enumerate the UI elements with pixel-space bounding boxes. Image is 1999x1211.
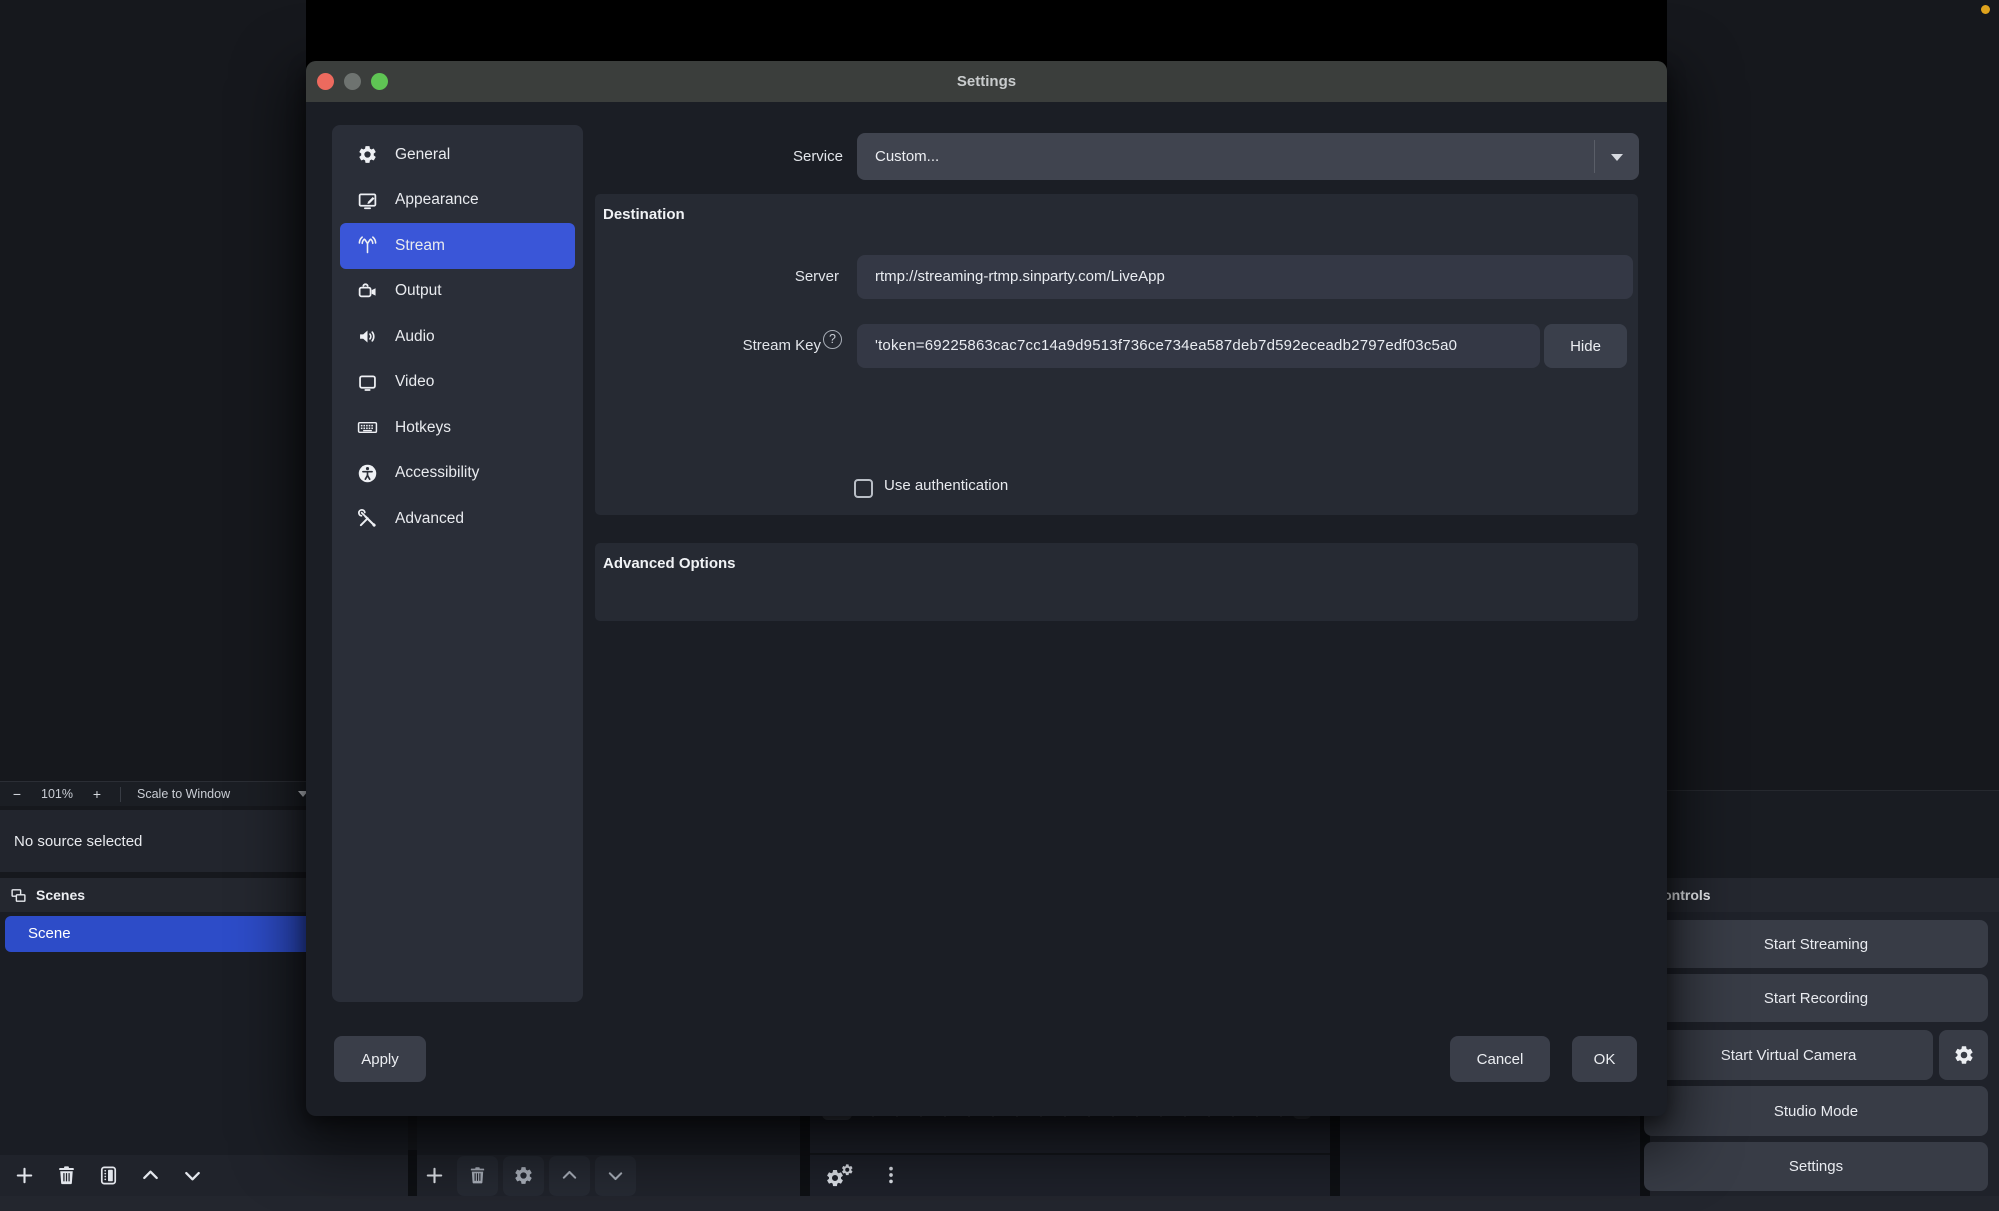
advanced-options-section: Advanced Options (595, 543, 1638, 621)
start-recording-button[interactable]: Start Recording (1644, 974, 1988, 1022)
cancel-button[interactable]: Cancel (1450, 1036, 1550, 1082)
sidebar-item-accessibility[interactable]: Accessibility (340, 451, 575, 497)
sources-toolbar (417, 1155, 800, 1196)
service-selected-value: Custom... (875, 148, 940, 165)
move-source-up-button[interactable] (549, 1155, 590, 1196)
scale-mode-select[interactable]: Scale to Window (127, 787, 298, 801)
keyboard-icon (357, 422, 378, 434)
virtual-camera-settings-button[interactable] (1939, 1030, 1988, 1080)
server-input[interactable]: rtmp://streaming-rtmp.sinparty.com/LiveA… (857, 255, 1633, 299)
destination-heading: Destination (603, 206, 685, 223)
toolbar-divider (120, 786, 121, 802)
controls-panel: Controls Start Streaming Start Recording… (1644, 878, 1999, 1196)
broadcast-icon (358, 236, 377, 254)
settings-dialog: Settings General Appearance Stream Outpu… (306, 61, 1667, 1116)
zoom-in-button[interactable]: + (80, 786, 114, 802)
tools-icon (358, 509, 376, 527)
stream-key-input[interactable]: 'token=69225863cac7cc14a9d9513f736ce734e… (857, 324, 1540, 368)
server-value: rtmp://streaming-rtmp.sinparty.com/LiveA… (875, 268, 1165, 285)
sidebar-item-advanced[interactable]: Advanced (340, 496, 575, 542)
remove-scene-button[interactable] (55, 1164, 78, 1187)
scene-filters-button[interactable] (97, 1164, 120, 1187)
service-select[interactable]: Custom... (857, 133, 1639, 180)
use-authentication-label: Use authentication (884, 477, 1009, 494)
preview-zoom-toolbar: − 101% + Scale to Window (0, 781, 310, 806)
move-source-down-button[interactable] (595, 1155, 636, 1196)
select-divider (1594, 140, 1595, 173)
close-button[interactable] (317, 73, 334, 90)
hide-stream-key-button[interactable]: Hide (1544, 324, 1627, 368)
start-virtual-camera-button[interactable]: Start Virtual Camera (1644, 1030, 1933, 1080)
display-icon (359, 375, 376, 391)
service-label: Service (792, 148, 843, 165)
scenes-heading: Scenes (36, 887, 86, 903)
sidebar-item-label: Video (395, 373, 435, 391)
sidebar-item-appearance[interactable]: Appearance (340, 178, 575, 224)
sidebar-item-hotkeys[interactable]: Hotkeys (340, 405, 575, 451)
ok-button[interactable]: OK (1572, 1036, 1637, 1082)
right-panel-spacer (1667, 791, 1999, 878)
stream-key-value: 'token=69225863cac7cc14a9d9513f736ce734e… (875, 337, 1458, 354)
sidebar-item-label: Advanced (395, 509, 464, 527)
accessibility-icon (358, 464, 377, 482)
window-bottom-strip (0, 1196, 1999, 1211)
panel-divider (408, 1150, 417, 1196)
mixer-divider (810, 1153, 1330, 1155)
scenes-panel-header: Scenes (0, 878, 310, 912)
remove-source-button[interactable] (457, 1155, 498, 1196)
dialog-title: Settings (956, 73, 1017, 90)
sidebar-item-label: Stream (395, 236, 445, 254)
move-scene-up-button[interactable] (139, 1164, 162, 1187)
controls-panel-body: Start Streaming Start Recording Start Vi… (1644, 912, 1999, 1196)
start-streaming-button[interactable]: Start Streaming (1644, 920, 1988, 968)
stream-key-label: Stream Key (742, 337, 821, 354)
mixer-menu-kebab-button[interactable] (880, 1162, 902, 1188)
appearance-icon (358, 193, 377, 209)
move-scene-down-button[interactable] (181, 1164, 204, 1187)
status-indicator-dot (1981, 5, 1990, 14)
gear-icon (515, 1167, 532, 1184)
zoom-window-button[interactable] (371, 73, 388, 90)
server-label: Server (794, 268, 839, 285)
source-properties-panel: No source selected (0, 810, 310, 872)
trash-icon (470, 1166, 485, 1184)
add-source-button[interactable] (423, 1164, 446, 1187)
sidebar-item-label: Accessibility (395, 464, 480, 482)
no-source-selected-label: No source selected (14, 832, 143, 850)
chevron-down-icon (1611, 154, 1623, 161)
apply-button[interactable]: Apply (334, 1036, 426, 1082)
minimize-button[interactable] (344, 73, 361, 90)
advanced-options-heading: Advanced Options (603, 555, 736, 572)
gear-icon (1954, 1046, 1973, 1064)
controls-panel-header: Controls (1650, 878, 1999, 912)
settings-button[interactable]: Settings (1644, 1142, 1988, 1191)
add-scene-button[interactable] (13, 1164, 36, 1187)
mixer-settings-gears-button[interactable] (826, 1163, 854, 1189)
scenes-toolbar (0, 1155, 408, 1196)
obs-main-window: − 101% + Scale to Window No source selec… (0, 0, 1999, 1211)
use-authentication-checkbox[interactable] (854, 479, 873, 498)
dialog-titlebar[interactable]: Settings (306, 61, 1667, 102)
scenes-icon (11, 888, 26, 902)
chevron-up-icon (562, 1170, 577, 1179)
zoom-level-value: 101% (41, 787, 73, 801)
sidebar-item-label: Appearance (395, 191, 479, 209)
zoom-out-button[interactable]: − (0, 786, 34, 802)
scene-label: Scene (28, 925, 71, 942)
sidebar-item-label: Hotkeys (395, 418, 451, 436)
help-icon[interactable]: ? (823, 330, 842, 349)
source-properties-button[interactable] (503, 1155, 544, 1196)
studio-mode-button[interactable]: Studio Mode (1644, 1086, 1988, 1136)
chevron-down-icon (608, 1172, 623, 1181)
